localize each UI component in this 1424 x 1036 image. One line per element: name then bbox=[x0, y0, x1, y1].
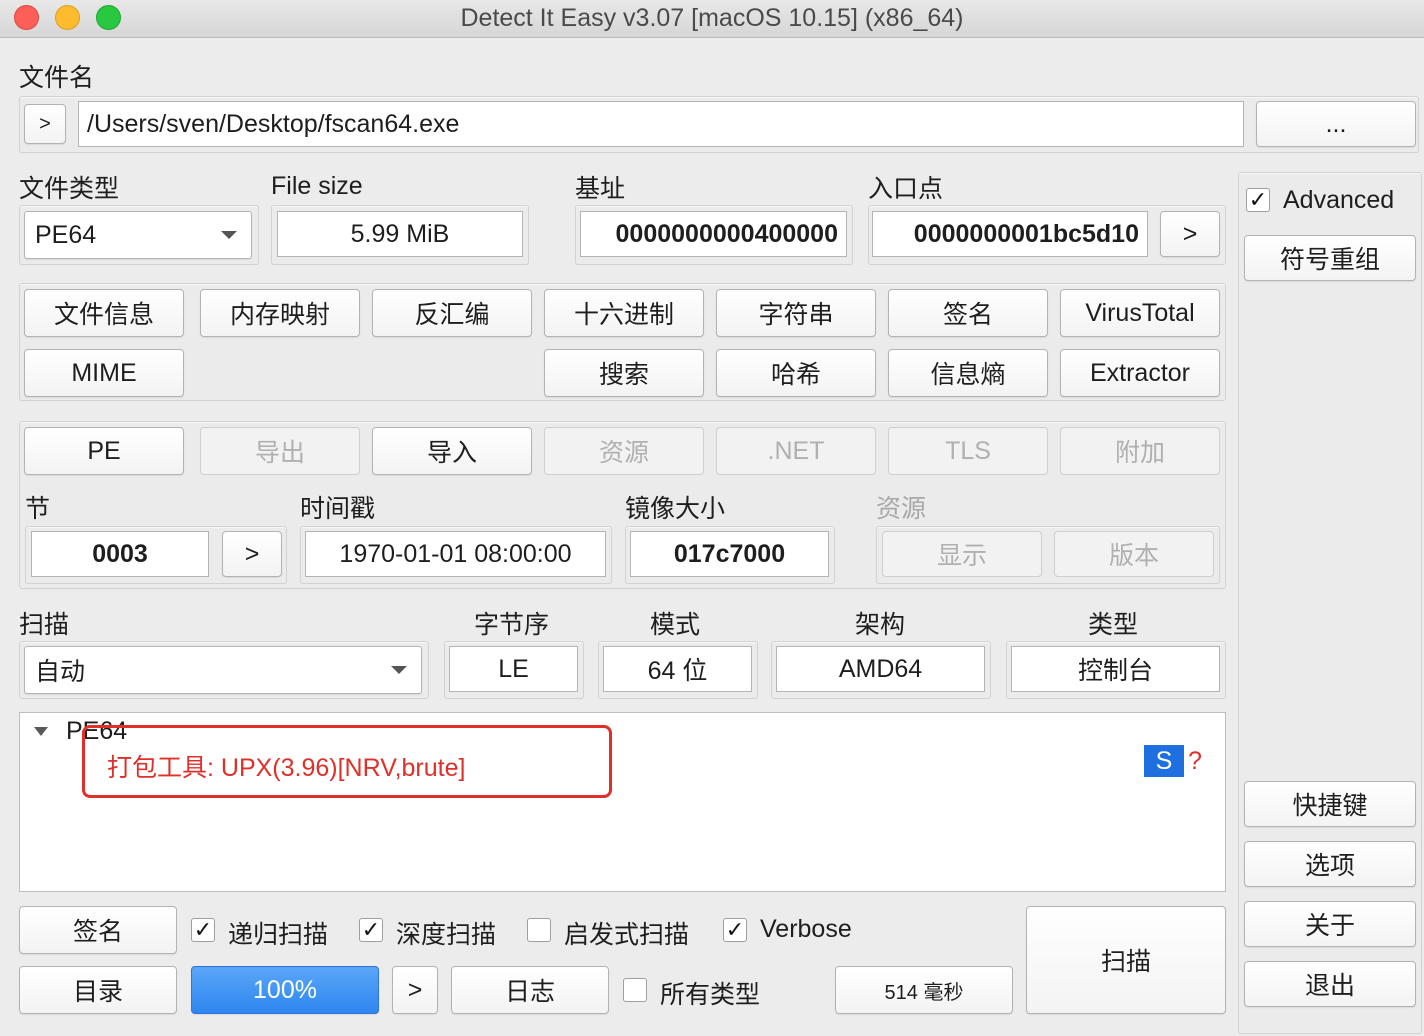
directory-button[interactable]: 目录 bbox=[19, 966, 177, 1014]
type-field: 控制台 bbox=[1011, 646, 1220, 692]
options-button[interactable]: 选项 bbox=[1244, 841, 1416, 887]
hex-button[interactable]: 十六进制 bbox=[544, 289, 704, 337]
mode-field: 64 位 bbox=[603, 646, 752, 692]
deep-scan-label: 深度扫描 bbox=[396, 921, 497, 949]
entry-point-button[interactable]: > bbox=[1160, 211, 1220, 257]
scan-button[interactable]: 扫描 bbox=[1026, 906, 1226, 1014]
signature-badge[interactable]: S bbox=[1144, 745, 1184, 777]
scan-label: 扫描 bbox=[19, 611, 70, 639]
version-button[interactable]: 版本 bbox=[1054, 531, 1214, 577]
title-bar: Detect It Easy v3.07 [macOS 10.15] (x86_… bbox=[0, 0, 1424, 38]
verbose-checkbox[interactable]: ✓ bbox=[723, 918, 747, 942]
memory-map-button[interactable]: 内存映射 bbox=[200, 289, 360, 337]
advanced-label: Advanced bbox=[1283, 186, 1395, 214]
timestamp-label: 时间戳 bbox=[300, 495, 376, 523]
virustotal-button[interactable]: VirusTotal bbox=[1060, 289, 1220, 337]
chevron-down-icon bbox=[221, 231, 237, 239]
timestamp-field: 1970-01-01 08:00:00 bbox=[305, 531, 606, 577]
about-button[interactable]: 关于 bbox=[1244, 901, 1416, 947]
sections-field: 0003 bbox=[31, 531, 209, 577]
file-size-label: File size bbox=[271, 172, 363, 200]
tab-resources[interactable]: 资源 bbox=[544, 427, 704, 475]
elapsed-time: 514 毫秒 bbox=[835, 966, 1013, 1014]
all-types-checkbox[interactable] bbox=[623, 978, 647, 1002]
disasm-button[interactable]: 反汇编 bbox=[372, 289, 532, 337]
signatures-button[interactable]: 签名 bbox=[19, 906, 177, 954]
file-info-button[interactable]: 文件信息 bbox=[24, 289, 184, 337]
shortcuts-button[interactable]: 快捷键 bbox=[1244, 781, 1416, 827]
endianness-field: LE bbox=[449, 646, 578, 692]
browse-button[interactable]: ... bbox=[1256, 101, 1416, 147]
entropy-button[interactable]: 信息熵 bbox=[888, 349, 1048, 397]
advanced-checkbox[interactable]: ✓ bbox=[1246, 188, 1270, 212]
type-label: 类型 bbox=[1088, 611, 1139, 639]
log-button[interactable]: 日志 bbox=[451, 966, 609, 1014]
checkmark-icon: ✓ bbox=[1248, 187, 1268, 212]
arch-field: AMD64 bbox=[776, 646, 985, 692]
tab-pe[interactable]: PE bbox=[24, 427, 184, 475]
mode-label: 模式 bbox=[650, 611, 701, 639]
chevron-down-icon bbox=[391, 666, 407, 674]
window-title: Detect It Easy v3.07 [macOS 10.15] (x86_… bbox=[460, 4, 964, 32]
tab-overlay[interactable]: 附加 bbox=[1060, 427, 1220, 475]
exit-button[interactable]: 退出 bbox=[1244, 961, 1416, 1007]
checkmark-icon: ✓ bbox=[361, 917, 381, 942]
image-size-label: 镜像大小 bbox=[625, 495, 726, 523]
scan-mode-select[interactable]: 自动 bbox=[24, 646, 422, 694]
sections-label: 节 bbox=[25, 495, 51, 523]
tab-tls[interactable]: TLS bbox=[888, 427, 1048, 475]
checkmark-icon: ✓ bbox=[725, 917, 745, 942]
endianness-label: 字节序 bbox=[474, 611, 550, 639]
file-type-value: PE64 bbox=[35, 220, 97, 249]
heuristic-label: 启发式扫描 bbox=[564, 921, 690, 949]
entry-point-label: 入口点 bbox=[868, 175, 944, 203]
triangle-down-icon[interactable] bbox=[34, 727, 48, 736]
file-size-field: 5.99 MiB bbox=[277, 211, 523, 257]
file-type-label: 文件类型 bbox=[19, 175, 120, 203]
tab-import[interactable]: 导入 bbox=[372, 427, 532, 475]
entry-point-field: 0000000001bc5d10 bbox=[872, 211, 1148, 257]
file-type-select[interactable]: PE64 bbox=[24, 211, 252, 259]
checkmark-icon: ✓ bbox=[193, 917, 213, 942]
resources-label: 资源 bbox=[876, 495, 927, 523]
sections-button[interactable]: > bbox=[222, 531, 282, 577]
deep-scan-checkbox[interactable]: ✓ bbox=[359, 918, 383, 942]
file-expand-button[interactable]: > bbox=[24, 104, 66, 144]
search-button[interactable]: 搜索 bbox=[544, 349, 704, 397]
recursive-label: 递归扫描 bbox=[228, 921, 329, 949]
help-mark[interactable]: ? bbox=[1188, 747, 1202, 776]
extractor-button[interactable]: Extractor bbox=[1060, 349, 1220, 397]
hash-button[interactable]: 哈希 bbox=[716, 349, 876, 397]
show-resources-button[interactable]: 显示 bbox=[882, 531, 1042, 577]
base-address-label: 基址 bbox=[575, 175, 626, 203]
file-path-input[interactable]: /Users/sven/Desktop/fscan64.exe bbox=[78, 101, 1244, 147]
tab-export[interactable]: 导出 bbox=[200, 427, 360, 475]
image-size-field: 017c7000 bbox=[630, 531, 829, 577]
progress-bar: 100% bbox=[191, 966, 379, 1014]
mime-button[interactable]: MIME bbox=[24, 349, 184, 397]
signature-button[interactable]: 签名 bbox=[888, 289, 1048, 337]
arch-label: 架构 bbox=[855, 611, 906, 639]
strings-button[interactable]: 字符串 bbox=[716, 289, 876, 337]
heuristic-checkbox[interactable] bbox=[527, 918, 551, 942]
verbose-label: Verbose bbox=[760, 915, 852, 943]
recursive-checkbox[interactable]: ✓ bbox=[191, 918, 215, 942]
scan-mode-value: 自动 bbox=[35, 658, 86, 686]
demangle-button[interactable]: 符号重组 bbox=[1244, 235, 1416, 281]
highlight-box bbox=[82, 725, 612, 798]
tab-net[interactable]: .NET bbox=[716, 427, 876, 475]
base-address-field: 0000000000400000 bbox=[580, 211, 847, 257]
file-name-label: 文件名 bbox=[19, 64, 95, 92]
progress-expand-button[interactable]: > bbox=[392, 966, 438, 1014]
all-types-label: 所有类型 bbox=[660, 981, 761, 1009]
